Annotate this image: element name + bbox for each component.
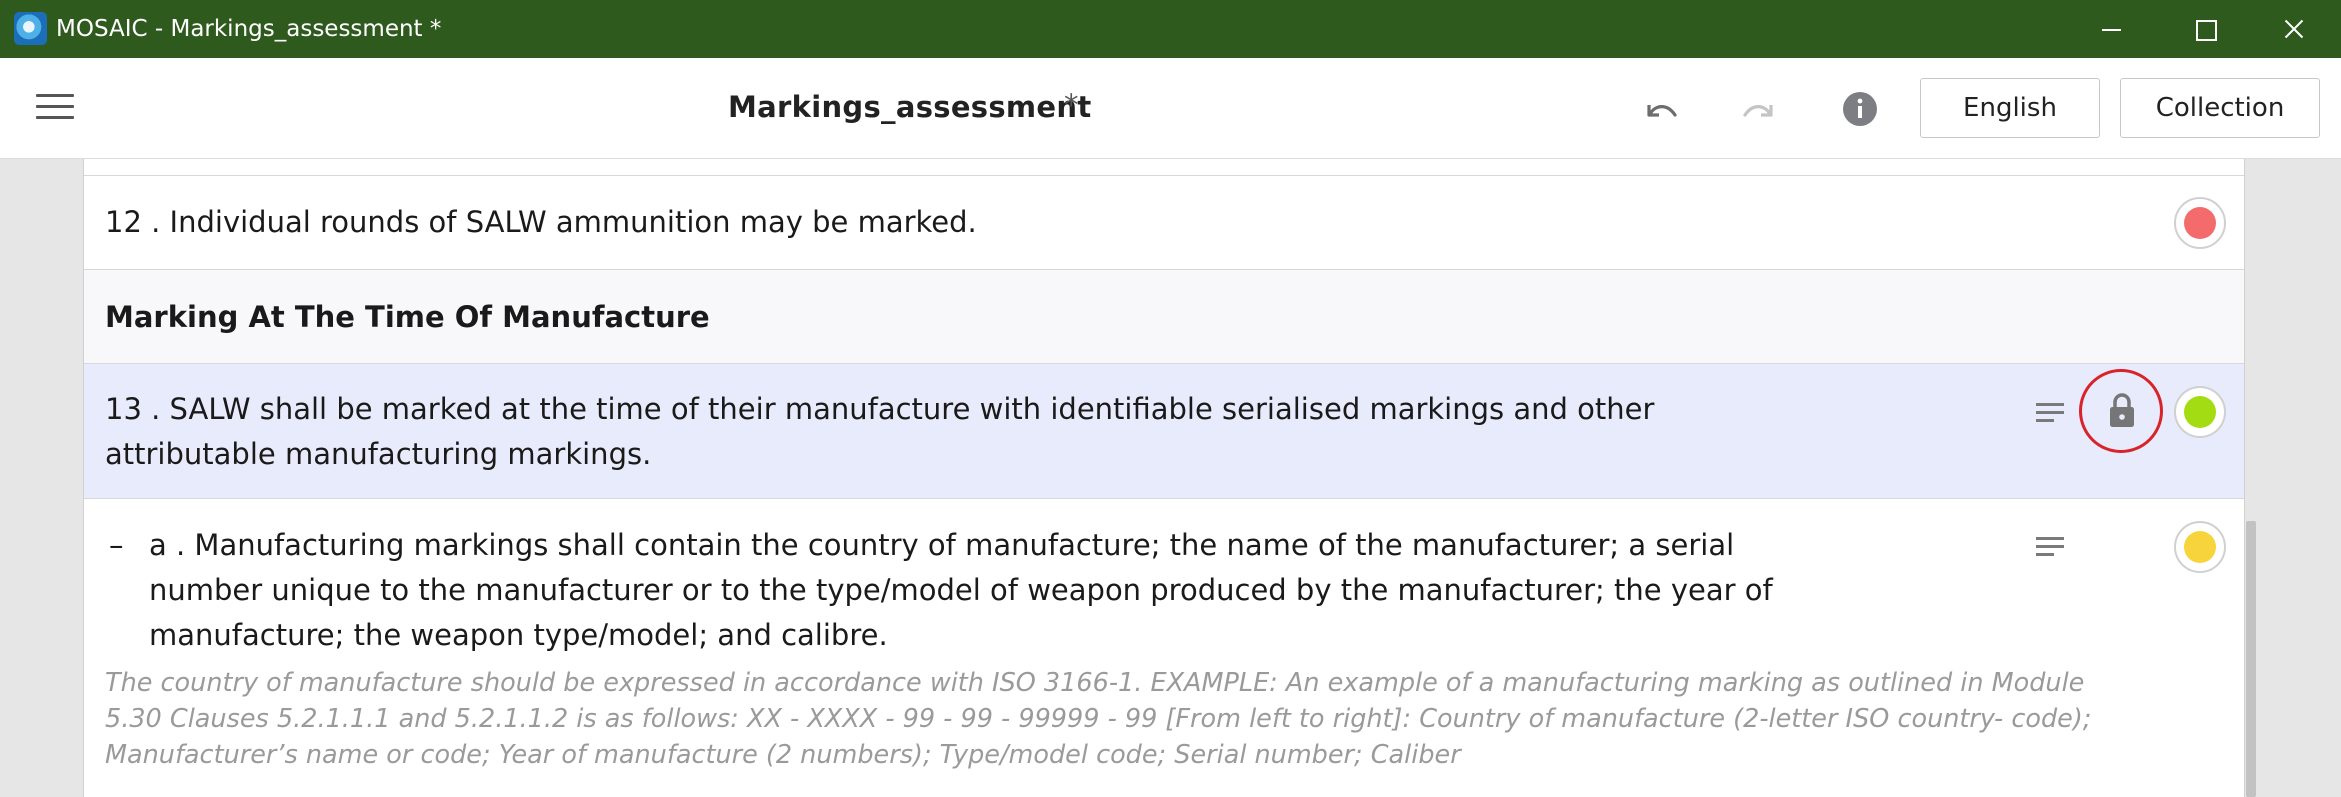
status-indicator-yellow[interactable]: [2174, 521, 2226, 573]
requirement-row-13a[interactable]: – a . Manufacturing markings shall conta…: [84, 499, 2244, 797]
scrollbar-thumb[interactable]: [2246, 521, 2256, 797]
language-button[interactable]: English: [1920, 78, 2100, 138]
lock-icon: [2110, 393, 2134, 427]
section-title: Marking At The Time Of Manufacture: [105, 300, 710, 334]
requirement-row-12[interactable]: 12 . Individual rounds of SALW ammunitio…: [84, 176, 2244, 270]
app-header: Markings_assessment * English Collection: [0, 58, 2341, 159]
hamburger-menu-icon[interactable]: [36, 92, 76, 122]
window-title-bar: MOSAIC - Markings_assessment *: [0, 0, 2341, 58]
status-indicator-red[interactable]: [2174, 197, 2226, 249]
lock-button[interactable]: [2079, 369, 2163, 453]
requirement-row-13[interactable]: 13 . SALW shall be marked at the time of…: [84, 364, 2244, 499]
close-icon[interactable]: [2246, 0, 2340, 58]
sub-item-dash: –: [109, 528, 124, 562]
section-header: Marking At The Time Of Manufacture: [84, 270, 2244, 364]
status-dot: [2184, 207, 2216, 239]
unsaved-indicator: *: [1064, 88, 1079, 122]
notes-icon[interactable]: [2034, 401, 2066, 425]
list-row-partial: [84, 159, 2244, 176]
status-dot: [2184, 531, 2216, 563]
content-area: 12 . Individual rounds of SALW ammunitio…: [0, 159, 2341, 797]
guidance-text: The country of manufacture should be exp…: [105, 668, 2092, 770]
minimize-icon[interactable]: [2062, 0, 2156, 58]
requirements-list: 12 . Individual rounds of SALW ammunitio…: [83, 159, 2245, 797]
info-icon[interactable]: [1840, 89, 1880, 129]
redo-icon[interactable]: [1740, 91, 1780, 131]
undo-icon[interactable]: [1640, 91, 1680, 131]
requirement-text: a . Manufacturing markings shall contain…: [149, 528, 1773, 652]
window-title: MOSAIC - Markings_assessment *: [56, 16, 442, 42]
requirement-text: 12 . Individual rounds of SALW ammunitio…: [105, 205, 977, 239]
status-dot: [2184, 396, 2216, 428]
status-indicator-green[interactable]: [2174, 386, 2226, 438]
notes-icon[interactable]: [2034, 535, 2066, 559]
app-icon: [14, 12, 47, 45]
maximize-icon[interactable]: [2156, 0, 2250, 58]
document-title: Markings_assessment: [728, 90, 1092, 124]
scrollbar-track: [2245, 159, 2341, 797]
collection-button[interactable]: Collection: [2120, 78, 2320, 138]
requirement-text: 13 . SALW shall be marked at the time of…: [105, 392, 1655, 471]
